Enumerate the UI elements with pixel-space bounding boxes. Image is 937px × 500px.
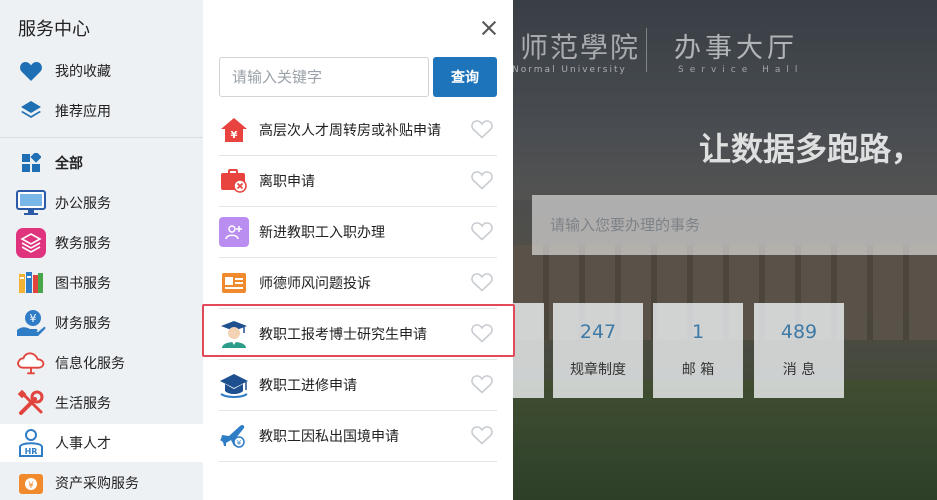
sidebar-item-label: 图书服务 — [55, 276, 111, 292]
sidebar-item-label: 教务服务 — [55, 236, 111, 252]
service-item-new-staff-onboarding[interactable]: 新进教职工入职办理 — [219, 207, 497, 258]
sidebar-item-life[interactable]: 生活服务 — [0, 384, 203, 422]
grad-cap-icon — [219, 370, 249, 400]
service-item-label: 高层次人才周转房或补贴申请 — [259, 123, 441, 139]
favorite-heart-icon[interactable] — [471, 221, 493, 243]
resign-icon — [219, 166, 249, 196]
sidebar-item-all[interactable]: 全部 — [0, 144, 203, 182]
sidebar-item-label: 信息化服务 — [55, 356, 125, 372]
sidebar-item-favorites[interactable]: 我的收藏 — [0, 52, 203, 90]
favorite-heart-icon[interactable] — [471, 170, 493, 192]
sidebar-item-academic[interactable]: 教务服务 — [0, 224, 203, 262]
service-item-label: 师德师风问题投诉 — [259, 276, 371, 292]
id-card-icon — [219, 268, 249, 298]
university-logo-sub: Normal University — [512, 65, 627, 75]
stat-card-partial[interactable] — [513, 303, 544, 398]
main-search-box[interactable]: 请输入您要办理的事务 — [532, 195, 937, 255]
university-logo: 师范學院 — [520, 31, 641, 64]
service-item-private-travel-abroad[interactable]: ¥ 教职工因私出国境申请 — [219, 411, 497, 462]
sidebar-divider — [0, 137, 203, 138]
sidebar-item-label: 我的收藏 — [55, 64, 111, 80]
stat-label: 邮 箱 — [681, 362, 715, 378]
stat-card-rules[interactable]: 247 规章制度 — [553, 303, 643, 398]
service-item-further-study[interactable]: 教职工进修申请 — [219, 360, 497, 411]
favorite-heart-icon[interactable] — [471, 119, 493, 141]
sidebar-item-label: 全部 — [55, 156, 83, 172]
svg-text:¥: ¥ — [28, 481, 34, 491]
sidebar-item-label: 办公服务 — [55, 196, 111, 212]
service-center-sidebar: 服务中心 我的收藏 推荐应用 全部 办公服务 教务服务 图书服务 ¥ 财务服务 … — [0, 0, 203, 500]
sidebar-item-library[interactable]: 图书服务 — [0, 264, 203, 302]
sidebar-item-procurement[interactable]: ¥ 资产采购服务 — [0, 464, 203, 500]
service-item-resignation[interactable]: 离职申请 — [219, 156, 497, 207]
stat-value: 489 — [780, 321, 818, 343]
stack-icon — [16, 228, 46, 258]
sidebar-item-it[interactable]: 信息化服务 — [0, 344, 203, 382]
layers-icon — [16, 96, 46, 126]
heart-icon — [16, 56, 46, 86]
monitor-icon — [16, 188, 46, 218]
svg-text:¥: ¥ — [237, 439, 242, 447]
svg-text:¥: ¥ — [231, 130, 238, 141]
sidebar-item-finance[interactable]: ¥ 财务服务 — [0, 304, 203, 342]
service-item-label: 教职工因私出国境申请 — [259, 429, 399, 445]
add-user-icon — [219, 217, 249, 247]
hall-subtitle: Service Hall — [678, 65, 804, 75]
service-item-label: 新进教职工入职办理 — [259, 225, 385, 241]
svg-text:HR: HR — [25, 447, 38, 456]
favorite-heart-icon[interactable] — [471, 374, 493, 396]
books-icon — [16, 268, 46, 298]
service-item-label: 教职工进修申请 — [259, 378, 357, 394]
sidebar-item-label: 资产采购服务 — [55, 476, 139, 492]
stat-card-messages[interactable]: 489 消 息 — [754, 303, 844, 398]
sidebar-item-recommended[interactable]: 推荐应用 — [0, 92, 203, 130]
plane-icon: ¥ — [219, 421, 249, 451]
stat-value: 247 — [579, 321, 617, 343]
sidebar-item-label: 人事人才 — [55, 436, 111, 452]
tools-icon — [16, 388, 46, 418]
sidebar-item-label: 推荐应用 — [55, 104, 111, 120]
header-divider — [646, 28, 647, 72]
sidebar-item-hr[interactable]: HR 人事人才 — [0, 424, 203, 462]
service-item-ethics-complaint[interactable]: 师德师风问题投诉 — [219, 258, 497, 309]
favorite-heart-icon[interactable] — [471, 425, 493, 447]
svg-text:¥: ¥ — [30, 312, 37, 325]
search-button[interactable]: 查询 — [433, 57, 497, 97]
service-item-talent-housing[interactable]: ¥ 高层次人才周转房或补贴申请 — [219, 105, 497, 156]
sidebar-item-office[interactable]: 办公服务 — [0, 184, 203, 222]
favorite-heart-icon[interactable] — [471, 272, 493, 294]
hall-title: 办事大厅 — [674, 33, 798, 64]
sidebar-title: 服务中心 — [18, 19, 90, 40]
keyword-search-input[interactable] — [219, 57, 429, 97]
stat-label: 消 息 — [782, 362, 816, 378]
sidebar-item-label: 财务服务 — [55, 316, 111, 332]
money-hand-icon: ¥ — [16, 308, 46, 338]
cloud-icon — [16, 348, 46, 378]
stat-label: 规章制度 — [570, 362, 626, 378]
close-icon[interactable] — [479, 18, 499, 38]
stat-value: 1 — [691, 321, 705, 343]
selection-highlight — [202, 304, 515, 357]
service-list-panel: 查询 ¥ 高层次人才周转房或补贴申请 离职申请 新进教职工入职办理 — [203, 0, 513, 500]
service-item-label: 离职申请 — [259, 174, 315, 190]
sidebar-item-label: 生活服务 — [55, 396, 111, 412]
house-icon: ¥ — [219, 115, 249, 145]
purchase-icon: ¥ — [16, 468, 46, 498]
hr-icon: HR — [16, 428, 46, 458]
stat-card-mail[interactable]: 1 邮 箱 — [653, 303, 743, 398]
slogan: 让数据多跑路， — [699, 130, 924, 168]
grid-icon — [16, 148, 46, 178]
